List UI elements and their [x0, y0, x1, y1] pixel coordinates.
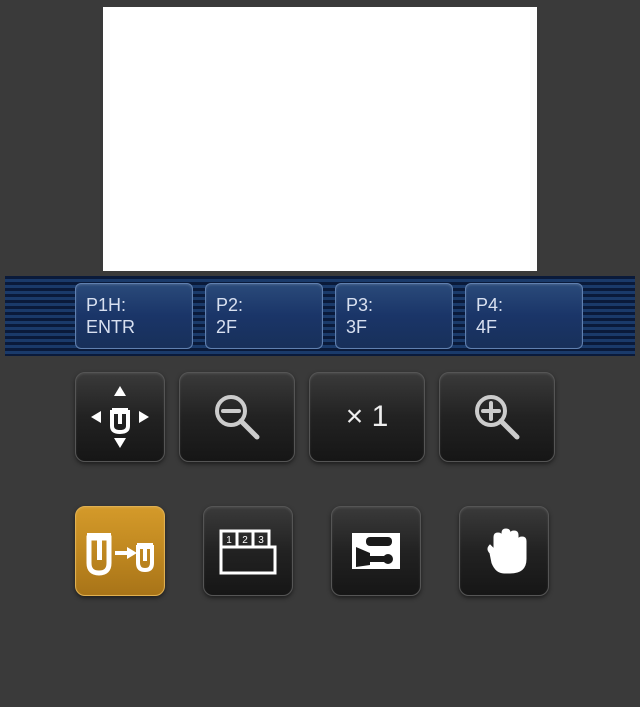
- floor-label-line2: ENTR: [86, 316, 182, 339]
- floor-label-line1: P4:: [476, 294, 572, 317]
- zoom-level-label: × 1: [346, 400, 389, 434]
- cup-transfer-icon: [83, 521, 157, 581]
- floor-button-p1h[interactable]: P1H: ENTR: [75, 283, 193, 349]
- brush-tool-icon: [346, 527, 406, 575]
- zoom-out-button[interactable]: [179, 372, 295, 462]
- svg-text:3: 3: [258, 535, 264, 546]
- floor-label-line2: 3F: [346, 316, 442, 339]
- floor-label-line2: 2F: [216, 316, 312, 339]
- cup-transfer-button[interactable]: [75, 506, 165, 596]
- floor-label-line1: P2:: [216, 294, 312, 317]
- zoom-level-button[interactable]: × 1: [309, 372, 425, 462]
- positioning-arrows-icon: [85, 382, 155, 452]
- zoom-out-icon: [209, 389, 265, 445]
- control-row-1: × 1: [75, 372, 555, 462]
- svg-text:2: 2: [242, 535, 248, 546]
- hand-pan-button[interactable]: [459, 506, 549, 596]
- floor-label-line2: 4F: [476, 316, 572, 339]
- floor-label-line1: P1H:: [86, 294, 182, 317]
- zoom-in-button[interactable]: [439, 372, 555, 462]
- svg-text:1: 1: [226, 535, 232, 546]
- floor-label-line1: P3:: [346, 294, 442, 317]
- zoom-in-icon: [469, 389, 525, 445]
- preview-canvas: [103, 7, 537, 271]
- positioning-button[interactable]: [75, 372, 165, 462]
- layout-123-icon: 1 2 3: [217, 525, 279, 577]
- hand-pan-icon: [476, 523, 532, 579]
- layout-123-button[interactable]: 1 2 3: [203, 506, 293, 596]
- floor-button-p4[interactable]: P4: 4F: [465, 283, 583, 349]
- floor-button-p2[interactable]: P2: 2F: [205, 283, 323, 349]
- floor-selector-strip: P1H: ENTR P2: 2F P3: 3F P4: 4F: [5, 276, 635, 356]
- control-row-2: 1 2 3: [75, 506, 549, 596]
- floor-button-p3[interactable]: P3: 3F: [335, 283, 453, 349]
- brush-tool-button[interactable]: [331, 506, 421, 596]
